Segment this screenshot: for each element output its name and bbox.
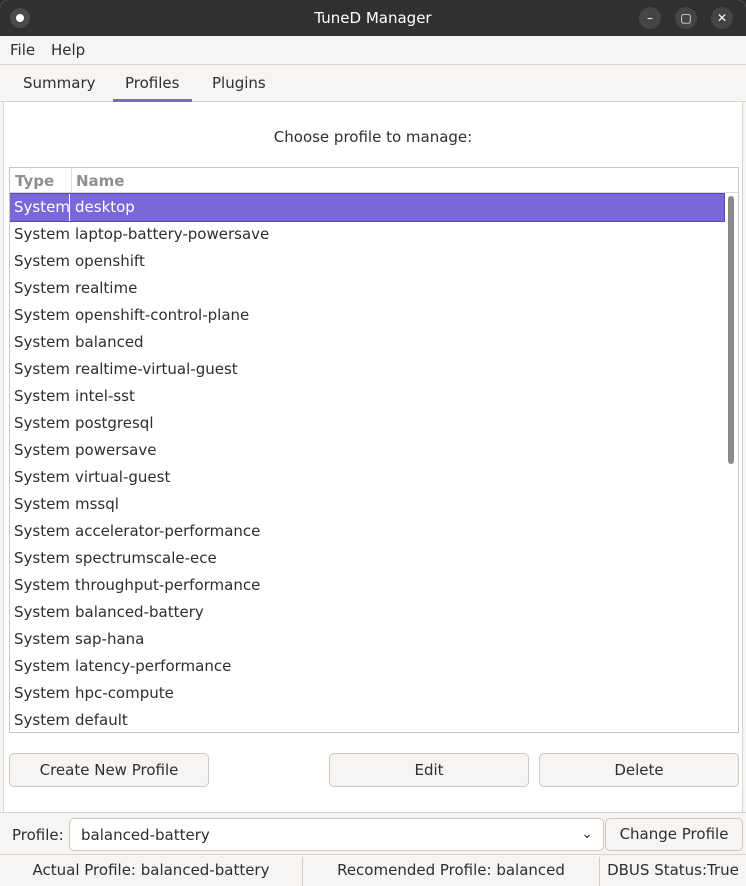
row-name: laptop-battery-powersave (75, 225, 270, 243)
row-name: openshift-control-plane (75, 306, 250, 324)
row-name: realtime-virtual-guest (75, 360, 238, 378)
row-name: intel-sst (75, 387, 135, 405)
row-type: System (14, 576, 70, 594)
delete-button[interactable]: Delete (539, 753, 739, 787)
row-name: postgresql (75, 414, 154, 432)
table-row[interactable]: System postgresql (10, 410, 724, 437)
row-type: System (14, 522, 70, 540)
table-row[interactable]: System balanced-battery (10, 599, 724, 626)
table-row[interactable]: System intel-sst (10, 383, 724, 410)
tab-summary[interactable]: Summary (23, 74, 96, 92)
row-type: System (14, 441, 70, 459)
row-name: balanced (75, 333, 144, 351)
row-type: System (14, 630, 70, 648)
list-rows: System desktop System laptop-battery-powers… (10, 193, 725, 732)
recommended-profile-status: Recomended Profile: balanced (337, 861, 565, 879)
menu-help[interactable]: Help (51, 41, 85, 59)
table-row[interactable]: System accelerator-performance (10, 518, 724, 545)
row-type: System (14, 279, 70, 297)
table-row[interactable]: System powersave (10, 437, 724, 464)
row-type: System (14, 306, 70, 324)
table-row[interactable]: System realtime-virtual-guest (10, 356, 724, 383)
profiles-list[interactable]: Type Name System desktop System laptop-batt… (9, 167, 739, 733)
status-bar: Actual Profile: balanced-battery Recomen… (0, 854, 746, 886)
profile-dropdown[interactable]: balanced-battery ⌄ (69, 818, 604, 851)
table-row[interactable]: System virtual-guest (10, 464, 724, 491)
table-row[interactable]: System default (10, 707, 724, 732)
tab-profiles[interactable]: Profiles (125, 74, 179, 92)
edit-button[interactable]: Edit (329, 753, 529, 787)
table-row[interactable]: System hpc-compute (10, 680, 724, 707)
row-type: System (14, 468, 70, 486)
window-title: TuneD Manager (314, 9, 432, 27)
column-header-name[interactable]: Name (76, 172, 124, 190)
minimize-icon[interactable]: – (639, 7, 661, 29)
profile-label: Profile: (12, 826, 64, 844)
chevron-down-icon: ⌄ (581, 826, 593, 842)
maximize-icon[interactable]: ▢ (675, 7, 697, 29)
change-profile-button[interactable]: Change Profile (605, 818, 743, 851)
row-type: System (14, 333, 70, 351)
menu-bar: File Help (0, 36, 746, 65)
row-name: realtime (75, 279, 138, 297)
profile-dropdown-value: balanced-battery (81, 826, 210, 844)
row-name: powersave (75, 441, 157, 459)
table-row[interactable]: System desktop (10, 193, 725, 222)
row-name: openshift (75, 252, 145, 270)
row-type: System (14, 414, 70, 432)
list-scrollbar[interactable] (728, 196, 734, 464)
tab-plugins[interactable]: Plugins (212, 74, 266, 92)
table-row[interactable]: System openshift-control-plane (10, 302, 724, 329)
table-row[interactable]: System sap-hana (10, 626, 724, 653)
row-name: sap-hana (75, 630, 145, 648)
profile-selector-bar: Profile: balanced-battery ⌄ Change Profi… (0, 812, 746, 854)
row-type: System (14, 225, 70, 243)
table-row[interactable]: System laptop-battery-powersave (10, 221, 724, 248)
row-name: latency-performance (75, 657, 232, 675)
create-new-profile-button[interactable]: Create New Profile (9, 753, 209, 787)
row-divider (69, 194, 70, 221)
actual-profile-status: Actual Profile: balanced-battery (32, 861, 270, 879)
row-name: balanced-battery (75, 603, 204, 621)
row-name: throughput-performance (75, 576, 261, 594)
row-type: System (14, 252, 70, 270)
row-type: System (14, 387, 70, 405)
row-name: accelerator-performance (75, 522, 261, 540)
table-row[interactable]: System openshift (10, 248, 724, 275)
dbus-status: DBUS Status:True (607, 861, 739, 879)
table-row[interactable]: System latency-performance (10, 653, 724, 680)
row-type: System (14, 495, 70, 513)
row-name: hpc-compute (75, 684, 174, 702)
column-header-type[interactable]: Type (15, 172, 54, 190)
row-type: System (14, 198, 70, 216)
list-header: Type Name (10, 168, 738, 193)
title-bar[interactable]: TuneD Manager – ▢ ✕ (0, 0, 746, 36)
row-name: spectrumscale-ece (75, 549, 217, 567)
row-name: desktop (75, 198, 135, 216)
row-type: System (14, 684, 70, 702)
row-type: System (14, 603, 70, 621)
tab-bar: Summary Profiles Plugins (0, 65, 746, 102)
profiles-page: Choose profile to manage: Type Name Syst… (3, 102, 743, 812)
menu-file[interactable]: File (10, 41, 35, 59)
row-type: System (14, 657, 70, 675)
close-icon[interactable]: ✕ (711, 7, 733, 29)
app-window: TuneD Manager – ▢ ✕ File Help Summary Pr… (0, 0, 746, 886)
row-type: System (14, 360, 70, 378)
table-row[interactable]: System spectrumscale-ece (10, 545, 724, 572)
row-name: default (75, 711, 128, 729)
choose-profile-heading: Choose profile to manage: (273, 128, 473, 146)
table-row[interactable]: System realtime (10, 275, 724, 302)
table-row[interactable]: System balanced (10, 329, 724, 356)
row-name: virtual-guest (75, 468, 171, 486)
row-name: mssql (75, 495, 119, 513)
row-type: System (14, 711, 70, 729)
column-divider (71, 168, 72, 193)
table-row[interactable]: System throughput-performance (10, 572, 724, 599)
table-row[interactable]: System mssql (10, 491, 724, 518)
row-type: System (14, 549, 70, 567)
